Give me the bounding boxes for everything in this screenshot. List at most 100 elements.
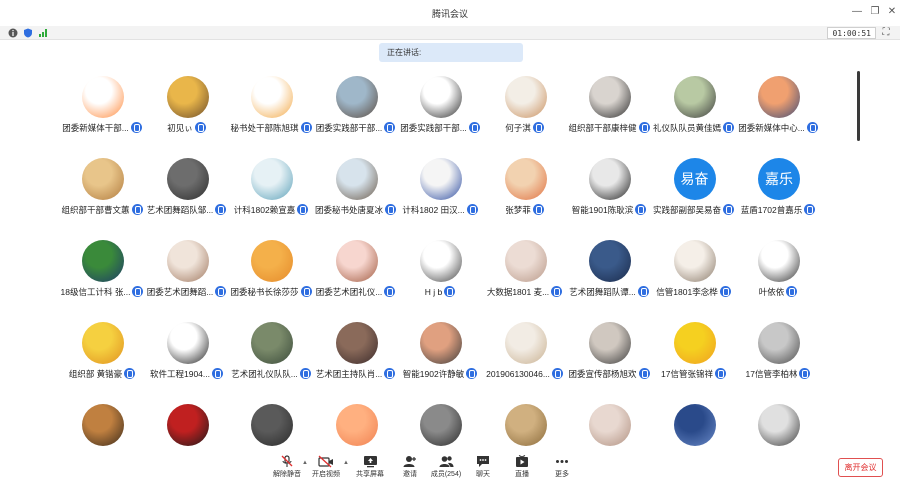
avatar (504, 404, 547, 446)
participant-name: 17信管张锦祥 (661, 368, 713, 379)
avatar (166, 322, 209, 364)
mic-icon (532, 204, 544, 216)
bottom-toolbar: 解除静音 ▲ 开启视频 ▲ 共享屏幕 邀请 成员(254) 聊天 直播 更多 (0, 452, 900, 484)
speaking-indicator: 正在讲话: (379, 43, 523, 62)
avatar (82, 322, 124, 364)
members-label: 成员(254) (430, 471, 462, 478)
avatar: 嘉乐 (758, 158, 800, 200)
avatar (758, 322, 800, 364)
start-video-button[interactable]: 开启视频 (306, 455, 346, 483)
unmute-button[interactable]: 解除静音 (267, 455, 307, 483)
avatar (420, 76, 462, 118)
members-button[interactable]: 成员(254) (426, 455, 466, 483)
avatar (251, 158, 293, 200)
avatar (504, 240, 547, 282)
leave-meeting-button[interactable]: 离开会议 (838, 458, 883, 477)
avatar (589, 404, 631, 446)
participant-name: 何子淇 (505, 122, 531, 133)
participant-name: 初见ぃ (167, 122, 193, 133)
participant-name-row: 17信管李柏林 (726, 365, 830, 380)
participant-name-row: 叶依依 (726, 283, 830, 298)
avatar (82, 404, 124, 446)
unmute-label: 解除静音 (273, 471, 301, 478)
participant-name: 软件工程1904... (150, 368, 210, 379)
mic-icon (714, 368, 726, 380)
mic-icon (194, 122, 206, 134)
invite-label: 邀请 (403, 471, 417, 478)
mic-icon (786, 286, 798, 298)
participant-name-row: 蓝盾1702曾嘉乐 (726, 201, 830, 216)
chat-button[interactable]: 聊天 (463, 455, 503, 483)
video-options-caret[interactable]: ▲ (343, 460, 349, 466)
avatar (589, 158, 631, 200)
participant-tile[interactable]: 叶依依 (726, 234, 830, 308)
avatar (166, 404, 209, 446)
avatar (673, 404, 716, 446)
invite-button[interactable]: 邀请 (390, 455, 430, 483)
members-icon (439, 456, 453, 467)
restore-icon[interactable]: ❐ (868, 5, 882, 19)
avatar (335, 76, 378, 118)
participant-tile[interactable]: 17信管李柏林 (726, 316, 830, 390)
participant-name: 组织部干部曹文蕙 (61, 204, 130, 215)
participant-tile[interactable]: 团委新媒体中心... (726, 70, 830, 144)
fullscreen-icon[interactable]: ⛶ (880, 27, 892, 39)
chat-label: 聊天 (476, 471, 490, 478)
avatar (504, 158, 547, 200)
close-icon[interactable]: ✕ (885, 5, 899, 19)
participant-name: 团委新媒体干部... (62, 122, 129, 133)
avatar (589, 322, 631, 364)
add-person-icon (403, 456, 416, 467)
participant-name-row: 团委新媒体中心... (726, 119, 830, 134)
avatar (335, 322, 378, 364)
minimize-icon[interactable]: — (850, 5, 864, 19)
avatar (251, 76, 293, 118)
participant-name: 张梦菲 (505, 204, 531, 215)
avatar (335, 158, 378, 200)
mic-icon (444, 286, 456, 298)
avatar (673, 76, 716, 118)
avatar (758, 404, 800, 446)
more-label: 更多 (555, 471, 569, 478)
participant-name: 团委秘书处唐夏冰 (314, 204, 383, 215)
mic-icon (806, 122, 818, 134)
avatar (589, 76, 631, 118)
avatar-initials: 嘉乐 (765, 171, 793, 187)
meeting-window: 腾讯会议 — ❐ ✕ 01:00:51 ⛶ 正在讲话: 团委新媒体干部... 初见… (0, 0, 900, 484)
participant-name: 智能1901陈耿滨 (571, 204, 634, 215)
avatar (758, 76, 800, 118)
shield-icon[interactable] (23, 28, 33, 38)
more-button[interactable]: 更多 (542, 455, 582, 483)
avatar (504, 76, 547, 118)
info-icon[interactable] (8, 28, 18, 38)
avatar (420, 240, 462, 282)
participant-name: 团委实践部干部... (400, 122, 467, 133)
avatar (758, 240, 800, 282)
participant-grid: 团委新媒体干部... 初见ぃ 秘书处干部陈旭琪 团委实践部干部... 团委实践部干部..… (60, 70, 840, 450)
participant-name: 计科1802 田汉... (402, 204, 465, 215)
avatar (166, 240, 209, 282)
mic-icon (799, 368, 811, 380)
participant-name: 18级信工计科 张... (60, 286, 131, 297)
share-screen-icon (363, 456, 377, 468)
participant-tile[interactable]: 嘉乐蓝盾1702曾嘉乐 (726, 152, 830, 226)
avatar (251, 322, 293, 364)
live-button[interactable]: 直播 (502, 455, 542, 483)
status-bar: 01:00:51 ⛶ (0, 26, 900, 40)
more-icon (556, 460, 568, 463)
avatar (420, 404, 462, 446)
participant-name: 艺术团礼仪队队... (231, 368, 298, 379)
avatar (420, 158, 462, 200)
scrollbar-thumb[interactable] (857, 71, 860, 141)
participant-name: 叶依依 (758, 286, 785, 297)
signal-icon[interactable] (38, 28, 48, 38)
share-screen-label: 共享屏幕 (356, 471, 384, 478)
chat-icon (477, 456, 489, 467)
participant-name: 团委艺术团舞蹈... (146, 286, 214, 297)
avatar (673, 240, 716, 282)
participant-name: 团委艺术团礼仪... (315, 286, 383, 297)
live-label: 直播 (515, 471, 529, 478)
participant-name: 17信管李柏林 (745, 368, 798, 379)
avatar: 易奋 (673, 158, 716, 200)
share-screen-button[interactable]: 共享屏幕 (350, 455, 390, 483)
